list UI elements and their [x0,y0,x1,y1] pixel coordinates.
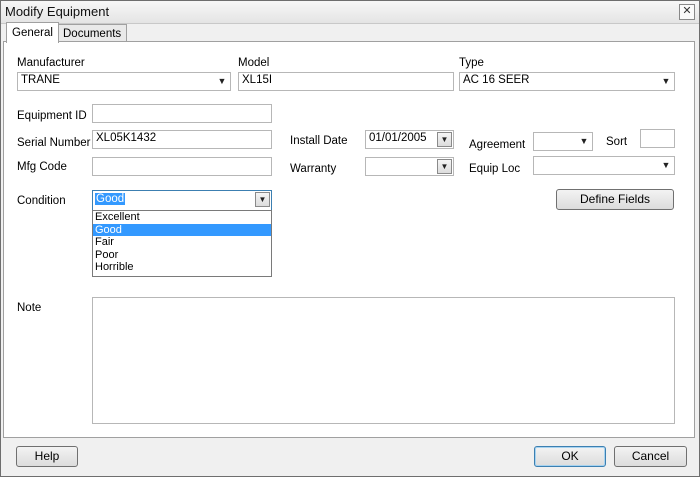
window-title: Modify Equipment [5,4,110,19]
equip-loc-combo[interactable]: ▼ [533,156,675,175]
chevron-down-icon: ▼ [579,136,589,146]
agreement-label: Agreement [469,139,526,151]
condition-option[interactable]: Fair [93,236,271,249]
chevron-down-icon[interactable]: ▼ [255,192,270,207]
equipment-id-label: Equipment ID [17,110,87,122]
install-date-picker[interactable]: 01/01/2005 ▼ [365,130,454,149]
chevron-down-icon: ▼ [661,160,671,170]
warranty-label: Warranty [290,163,337,175]
condition-dropdown-list: Excellent Good Fair Poor Horrible [92,210,272,277]
title-bar: Modify Equipment ✕ [1,1,699,24]
type-value: AC 16 SEER [463,74,530,86]
equipment-id-field[interactable] [92,104,272,123]
agreement-combo[interactable]: ▼ [533,132,593,151]
manufacturer-value: TRANE [21,74,60,86]
condition-combo[interactable]: Good ▼ [92,190,272,211]
condition-option[interactable]: Good [93,223,271,237]
define-fields-button[interactable]: Define Fields [556,189,674,210]
tab-general[interactable]: General [6,22,59,43]
close-icon: ✕ [682,5,692,17]
note-textarea[interactable] [92,297,675,424]
model-field[interactable]: XL15I [238,72,454,91]
manufacturer-combo[interactable]: TRANE ▼ [17,72,231,91]
install-date-value: 01/01/2005 [369,132,427,144]
type-label: Type [459,57,484,69]
sort-label: Sort [606,136,628,148]
condition-option[interactable]: Excellent [93,211,271,224]
cancel-button[interactable]: Cancel [614,446,687,467]
condition-option[interactable]: Poor [93,249,271,262]
chevron-down-icon: ▼ [661,76,671,86]
serial-number-field[interactable]: XL05K1432 [92,130,272,149]
help-button[interactable]: Help [16,446,78,467]
serial-number-label: Serial Number [17,137,91,149]
warranty-picker[interactable]: ▼ [365,157,454,176]
condition-label: Condition [17,195,66,207]
install-date-label: Install Date [290,135,348,147]
model-label: Model [238,57,270,69]
model-value: XL15I [242,74,273,86]
ok-button[interactable]: OK [534,446,606,467]
manufacturer-label: Manufacturer [17,57,85,69]
close-button[interactable]: ✕ [679,4,695,20]
chevron-down-icon[interactable]: ▼ [437,132,452,147]
mfg-code-field[interactable] [92,157,272,176]
type-combo[interactable]: AC 16 SEER ▼ [459,72,675,91]
chevron-down-icon[interactable]: ▼ [437,159,452,174]
condition-value: Good [95,193,126,205]
condition-option[interactable]: Horrible [93,261,271,274]
mfg-code-label: Mfg Code [17,161,67,173]
chevron-down-icon: ▼ [217,76,227,86]
sort-field[interactable] [640,129,675,148]
note-label: Note [17,302,42,314]
serial-number-value: XL05K1432 [96,132,157,144]
equip-loc-label: Equip Loc [469,163,521,175]
